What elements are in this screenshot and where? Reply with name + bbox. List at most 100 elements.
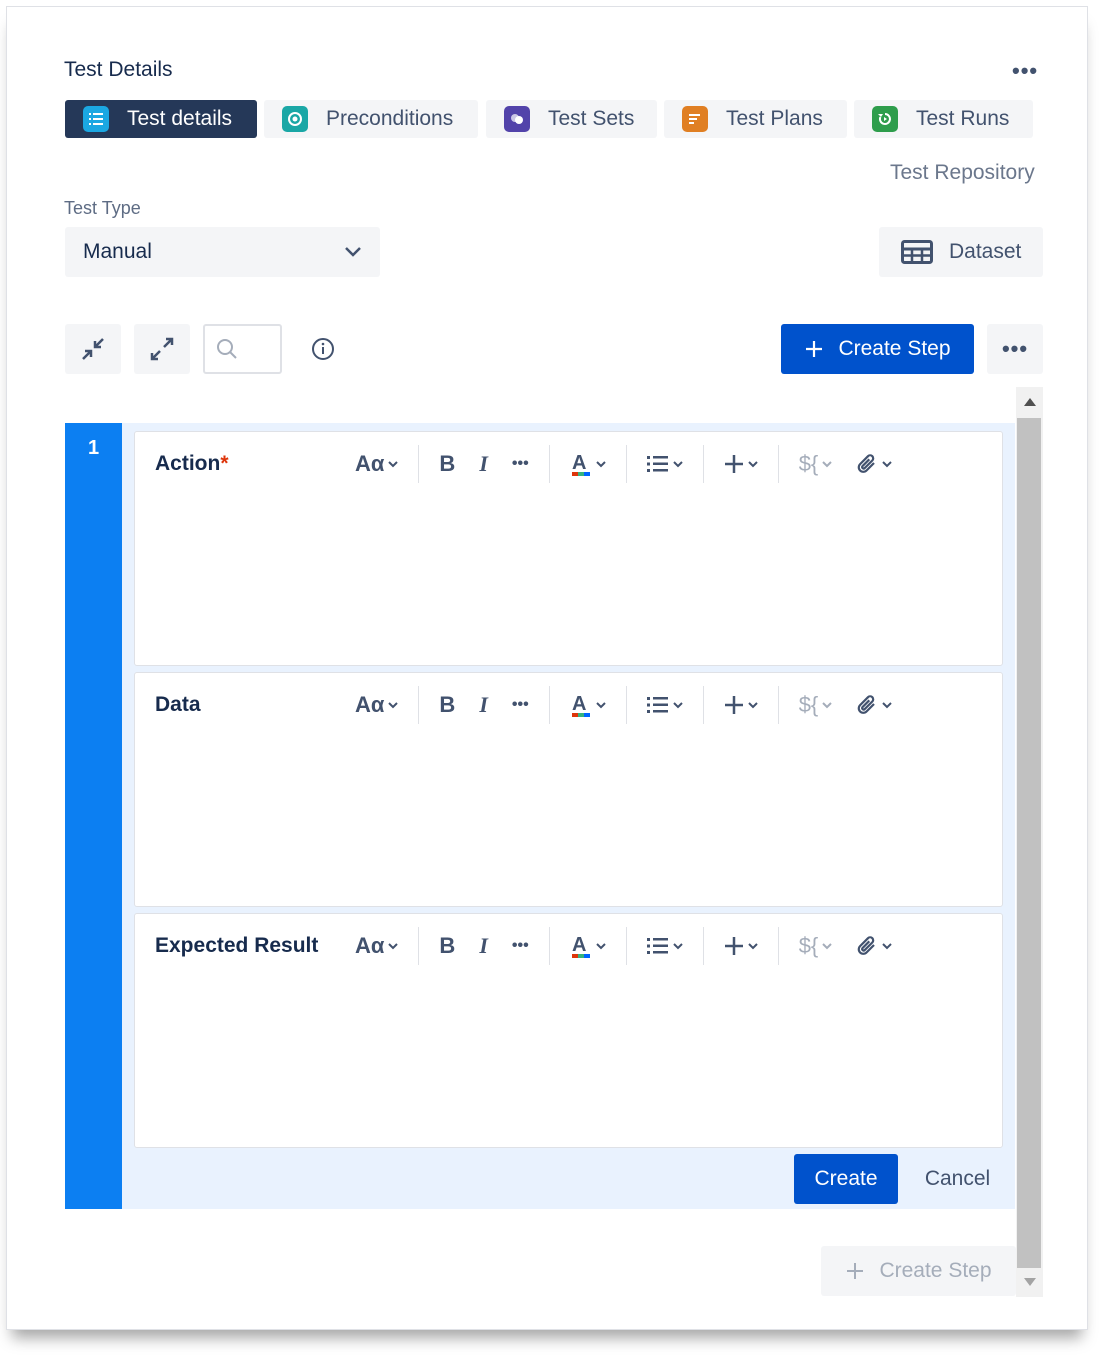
cancel-button[interactable]: Cancel <box>910 1154 1005 1204</box>
editor-toolbar: Aα B I ••• A ${ <box>343 685 904 725</box>
editor-toolbar: Aα B I ••• A ${ <box>343 444 904 484</box>
svg-text:A: A <box>572 452 586 474</box>
create-step-label: Create Step <box>838 337 951 360</box>
test-runs-icon <box>872 106 898 132</box>
chevron-down-icon <box>822 461 832 468</box>
bold-button[interactable]: B <box>427 685 467 725</box>
tab-test-sets[interactable]: Test Sets <box>486 100 657 138</box>
bold-button[interactable]: B <box>427 444 467 484</box>
tab-test-runs[interactable]: Test Runs <box>854 100 1033 138</box>
tab-test-details[interactable]: Test details <box>65 100 257 138</box>
tab-label: Preconditions <box>326 107 454 130</box>
table-icon <box>901 240 933 264</box>
text-color-dropdown[interactable]: A <box>558 444 618 484</box>
more-formatting-button[interactable]: ••• <box>500 926 541 966</box>
list-dropdown[interactable] <box>635 444 695 484</box>
plus-icon <box>724 696 743 714</box>
attachment-dropdown[interactable] <box>844 444 904 484</box>
chevron-down-icon <box>345 247 361 257</box>
italic-button[interactable]: I <box>467 685 500 725</box>
plus-icon <box>847 1263 864 1279</box>
info-icon[interactable] <box>311 337 335 366</box>
collapse-all-button[interactable] <box>65 324 121 374</box>
step-search-input[interactable] <box>203 324 282 374</box>
expected-result-editor[interactable]: Expected Result Aα B I ••• A ${ <box>134 913 1003 1148</box>
insert-dropdown[interactable] <box>712 926 770 966</box>
dataset-button[interactable]: Dataset <box>879 227 1043 277</box>
text-color-icon: A <box>571 693 590 717</box>
step-number[interactable]: 1 <box>65 423 122 1209</box>
chevron-down-icon <box>822 702 832 709</box>
panel-more-button[interactable]: ••• <box>1012 58 1038 84</box>
italic-button[interactable]: I <box>467 444 500 484</box>
chevron-down-icon <box>672 702 683 709</box>
plus-icon <box>724 455 743 473</box>
chevron-down-icon <box>882 461 892 468</box>
tab-label: Test details <box>127 107 233 130</box>
chevron-down-icon <box>747 943 758 950</box>
create-step-button[interactable]: Create Step <box>781 324 974 374</box>
plus-icon <box>806 341 823 357</box>
chevron-down-icon <box>388 702 399 709</box>
text-style-dropdown[interactable]: Aα <box>343 926 410 966</box>
attachment-dropdown[interactable] <box>844 926 904 966</box>
text-color-icon: A <box>571 934 590 958</box>
chevron-down-icon <box>388 461 399 468</box>
tab-label: Test Plans <box>726 107 823 130</box>
chevron-down-icon <box>672 461 683 468</box>
scroll-down-arrow[interactable] <box>1016 1272 1043 1292</box>
bullet-list-icon <box>646 938 668 954</box>
text-style-dropdown[interactable]: Aα <box>343 444 410 484</box>
variable-dropdown: ${ <box>787 926 845 966</box>
chevron-down-icon <box>747 702 758 709</box>
text-style-dropdown[interactable]: Aα <box>343 685 410 725</box>
editor-label: Action* <box>155 452 229 475</box>
chevron-down-icon <box>595 702 606 709</box>
text-color-icon: A <box>571 452 590 476</box>
scrollbar-thumb[interactable] <box>1017 418 1041 1268</box>
bullet-list-icon <box>646 697 668 713</box>
bold-button[interactable]: B <box>427 926 467 966</box>
italic-button[interactable]: I <box>467 926 500 966</box>
insert-dropdown[interactable] <box>712 685 770 725</box>
tab-preconditions[interactable]: Preconditions <box>264 100 478 138</box>
triangle-down-icon <box>1023 1278 1036 1286</box>
create-step-label: Create Step <box>879 1259 992 1282</box>
test-type-select[interactable]: Manual <box>65 227 380 277</box>
create-button[interactable]: Create <box>794 1154 898 1204</box>
action-editor[interactable]: Action* Aα B I ••• A ${ <box>134 431 1003 666</box>
test-sets-icon <box>504 106 530 132</box>
chevron-down-icon <box>388 943 399 950</box>
chevron-down-icon <box>882 943 892 950</box>
plus-icon <box>724 937 743 955</box>
section-title: Test Details <box>64 58 173 81</box>
expand-icon <box>150 337 174 361</box>
editor-label: Data <box>155 693 201 716</box>
expand-all-button[interactable] <box>134 324 190 374</box>
test-repository-link[interactable]: Test Repository <box>890 161 1035 185</box>
chevron-down-icon <box>672 943 683 950</box>
dataset-label: Dataset <box>949 240 1022 263</box>
test-type-label: Test Type <box>64 198 141 218</box>
list-dropdown[interactable] <box>635 685 695 725</box>
more-formatting-button[interactable]: ••• <box>500 444 541 484</box>
chevron-down-icon <box>747 461 758 468</box>
insert-dropdown[interactable] <box>712 444 770 484</box>
collapse-icon <box>82 338 104 360</box>
list-dropdown[interactable] <box>635 926 695 966</box>
paperclip-icon <box>857 936 876 955</box>
steps-more-button[interactable]: ••• <box>987 324 1043 374</box>
text-color-dropdown[interactable]: A <box>558 926 618 966</box>
svg-text:A: A <box>572 934 586 956</box>
editor-label: Expected Result <box>155 934 319 957</box>
test-plans-icon <box>682 106 708 132</box>
tab-test-plans[interactable]: Test Plans <box>664 100 847 138</box>
variable-dropdown: ${ <box>787 444 845 484</box>
data-editor[interactable]: Data Aα B I ••• A ${ <box>134 672 1003 907</box>
paperclip-icon <box>857 695 876 714</box>
more-formatting-button[interactable]: ••• <box>500 685 541 725</box>
tab-label: Test Runs <box>916 107 1010 130</box>
text-color-dropdown[interactable]: A <box>558 685 618 725</box>
attachment-dropdown[interactable] <box>844 685 904 725</box>
scroll-up-arrow[interactable] <box>1016 392 1043 412</box>
